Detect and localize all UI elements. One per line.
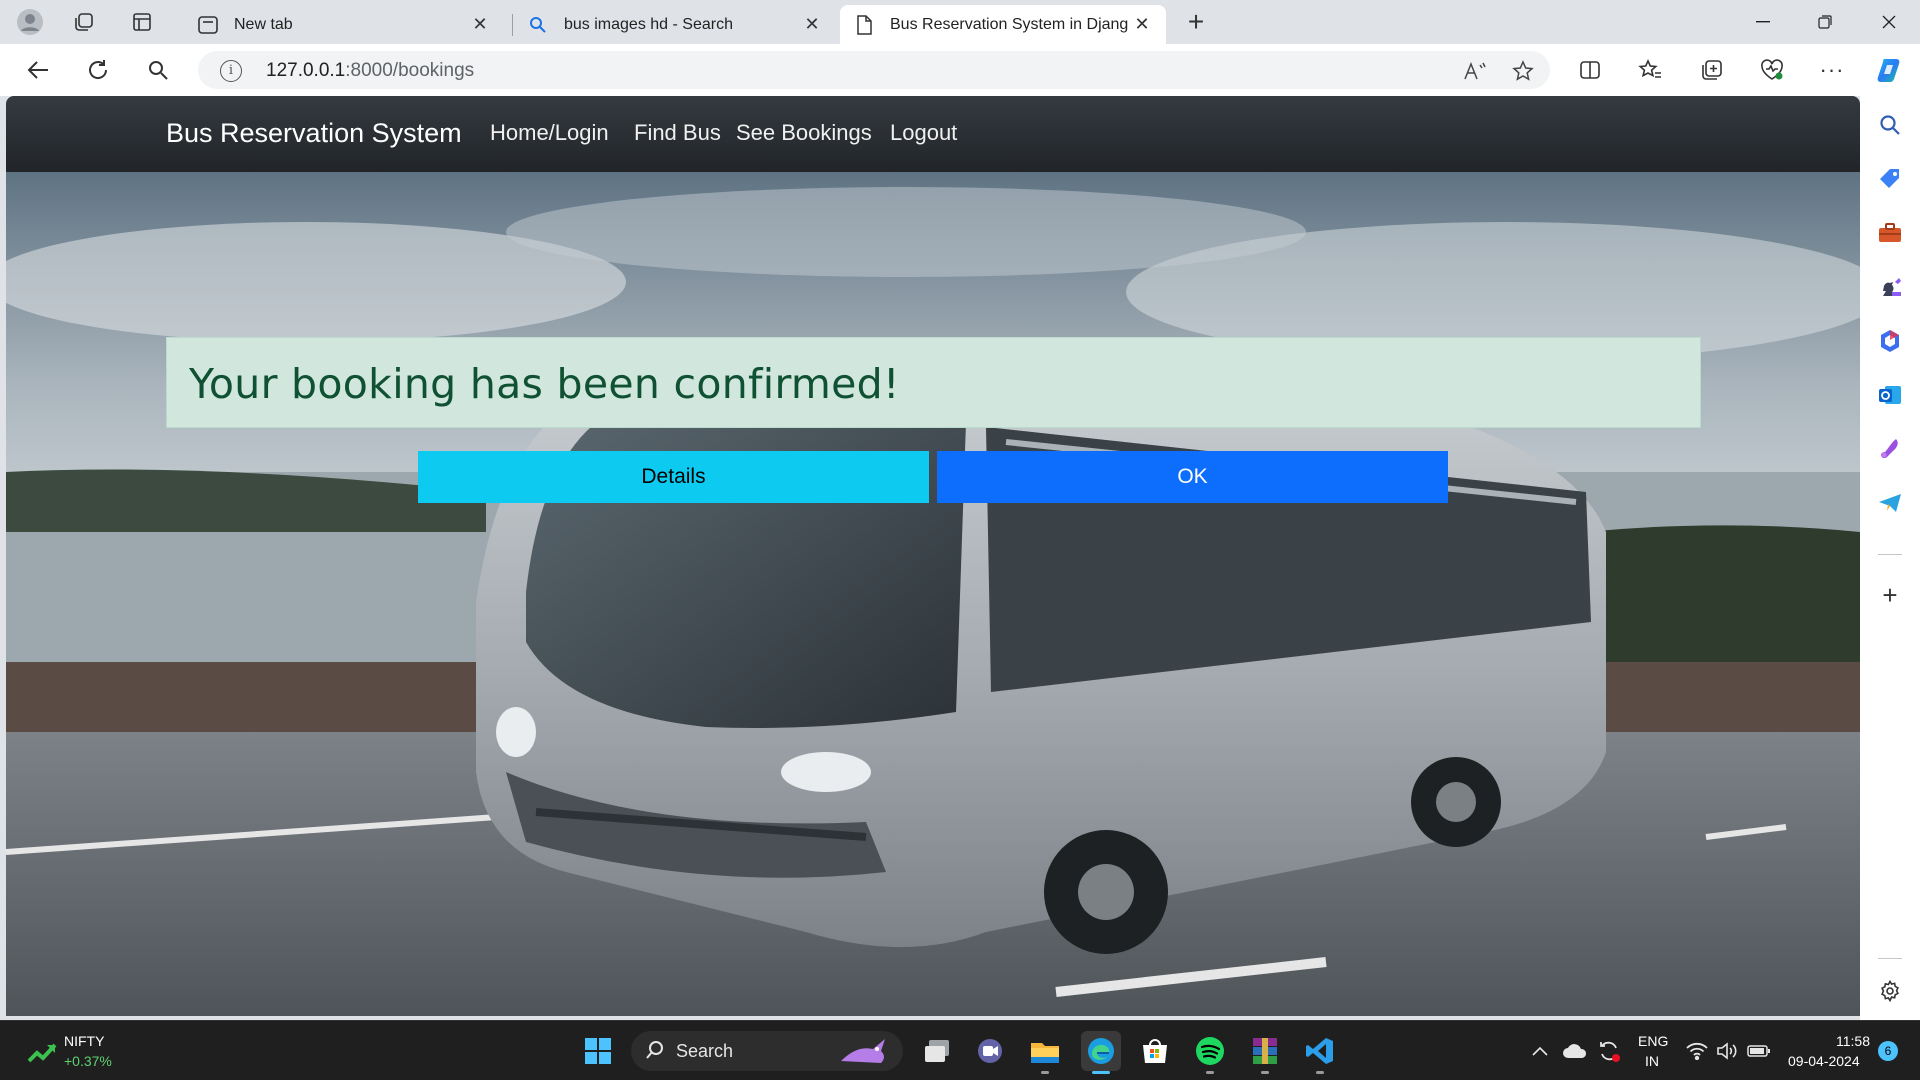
tab-divider [512,14,513,36]
battery-icon[interactable] [1744,1031,1774,1071]
running-indicator [1041,1071,1049,1074]
new-tab-button[interactable]: + [1178,6,1214,38]
close-icon[interactable]: ✕ [802,14,822,35]
nav-link-home-login[interactable]: Home/Login [490,120,609,146]
tab-title: bus images hd - Search [564,15,733,33]
sidebar-divider [1878,958,1902,959]
address-bar[interactable]: i 127.0.0.1:8000/bookings [198,51,1550,89]
sync-alert-icon[interactable] [1594,1031,1624,1071]
bus-photo-image [6,172,1860,1016]
restore-button[interactable] [1794,0,1856,44]
language-region: IN [1645,1053,1659,1069]
onedrive-cloud-icon[interactable] [1560,1031,1590,1071]
widget-change: +0.37% [64,1053,112,1069]
copilot-icon[interactable] [1870,52,1910,88]
profile-icon[interactable] [12,6,48,38]
notification-badge[interactable]: 6 [1878,1041,1898,1061]
browser-essentials-icon[interactable] [1752,52,1792,88]
alert-message: Your booking has been confirmed! [189,360,900,408]
back-button[interactable] [18,52,58,88]
sidebar-divider [1878,554,1902,555]
spotify-icon[interactable] [1190,1031,1230,1071]
language-indicator[interactable]: ENG [1638,1033,1668,1049]
running-indicator [1261,1071,1269,1074]
info-icon[interactable]: i [220,60,242,82]
ok-button[interactable]: OK [937,451,1448,503]
widget-name[interactable]: NIFTY [64,1033,104,1049]
file-explorer-icon[interactable] [1025,1031,1065,1071]
hero-background: Your booking has been confirmed! Details… [6,172,1860,1016]
winrar-icon[interactable] [1245,1031,1285,1071]
collections-icon[interactable] [1692,52,1732,88]
clock-time[interactable]: 11:58 [1836,1033,1870,1049]
wifi-icon[interactable] [1682,1031,1712,1071]
close-icon[interactable]: ✕ [470,14,490,35]
toolbar: i 127.0.0.1:8000/bookings ··· [0,44,1920,96]
settings-gear-icon[interactable] [1875,976,1905,1006]
clock-date[interactable]: 09-04-2024 [1788,1053,1860,1069]
stock-trend-icon[interactable] [22,1033,62,1073]
site-navbar: Bus Reservation System Home/Login Find B… [6,96,1860,172]
tab-new-tab[interactable]: New tab ✕ [184,5,504,44]
nav-link-find-bus[interactable]: Find Bus [634,120,721,146]
url-text[interactable]: 127.0.0.1:8000/bookings [266,60,474,82]
search-icon[interactable] [138,52,178,88]
tab-bus-images-search[interactable]: bus images hd - Search ✕ [514,5,836,44]
tab-title: New tab [234,15,293,33]
tab-title: Bus Reservation System in Djang [890,15,1129,33]
page-icon [854,14,874,35]
page-viewport: Bus Reservation System Home/Login Find B… [6,96,1860,1016]
taskbar-search[interactable]: Search [631,1031,903,1071]
read-aloud-icon[interactable] [1460,59,1490,83]
running-indicator [1316,1071,1324,1074]
search-icon [528,15,548,35]
more-options-icon[interactable]: ··· [1812,52,1852,88]
unicorn-highlight-icon [837,1035,893,1072]
nav-link-see-bookings[interactable]: See Bookings [736,120,872,146]
taskbar-search-label: Search [676,1041,734,1061]
search-icon[interactable] [1875,110,1905,140]
designer-icon[interactable] [1875,434,1905,464]
new-tab-icon [198,15,218,35]
active-indicator [1092,1071,1110,1074]
favorites-icon[interactable] [1630,52,1670,88]
favorite-star-icon[interactable] [1508,59,1538,83]
teams-chat-icon[interactable] [970,1031,1010,1071]
details-button[interactable]: Details [418,451,929,503]
tab-bus-reservation[interactable]: Bus Reservation System in Djang ✕ [840,5,1166,44]
booking-confirmed-alert: Your booking has been confirmed! [166,337,1701,428]
nav-link-logout[interactable]: Logout [890,120,957,146]
edge-sidebar: + [1860,96,1920,1020]
task-view-icon[interactable] [917,1031,957,1071]
microsoft-store-icon[interactable] [1135,1031,1175,1071]
site-brand[interactable]: Bus Reservation System [166,118,462,149]
chevron-up-icon[interactable] [1528,1031,1552,1071]
tab-actions-icon[interactable] [124,6,160,38]
refresh-button[interactable] [78,52,118,88]
shopping-tag-icon[interactable] [1875,164,1905,194]
close-window-button[interactable] [1858,0,1920,44]
tools-briefcase-icon[interactable] [1875,218,1905,248]
outlook-icon[interactable] [1875,380,1905,410]
volume-icon[interactable] [1712,1031,1742,1071]
windows-start-icon[interactable] [578,1031,618,1071]
close-icon[interactable]: ✕ [1132,14,1152,35]
vscode-icon[interactable] [1300,1031,1340,1071]
windows-taskbar: NIFTY +0.37% Search ENG IN 11:58 09-04-2… [0,1020,1920,1080]
games-chess-icon[interactable] [1875,272,1905,302]
minimize-button[interactable] [1732,0,1794,44]
tab-bar: New tab ✕ bus images hd - Search ✕ Bus R… [0,0,1920,44]
edge-browser-icon[interactable] [1081,1031,1121,1071]
add-sidebar-app-icon[interactable]: + [1875,580,1905,610]
telegram-send-icon[interactable] [1875,488,1905,518]
running-indicator [1206,1071,1214,1074]
microsoft365-icon[interactable] [1875,326,1905,356]
search-icon [645,1040,665,1065]
workspaces-icon[interactable] [66,6,102,38]
split-screen-icon[interactable] [1570,52,1610,88]
